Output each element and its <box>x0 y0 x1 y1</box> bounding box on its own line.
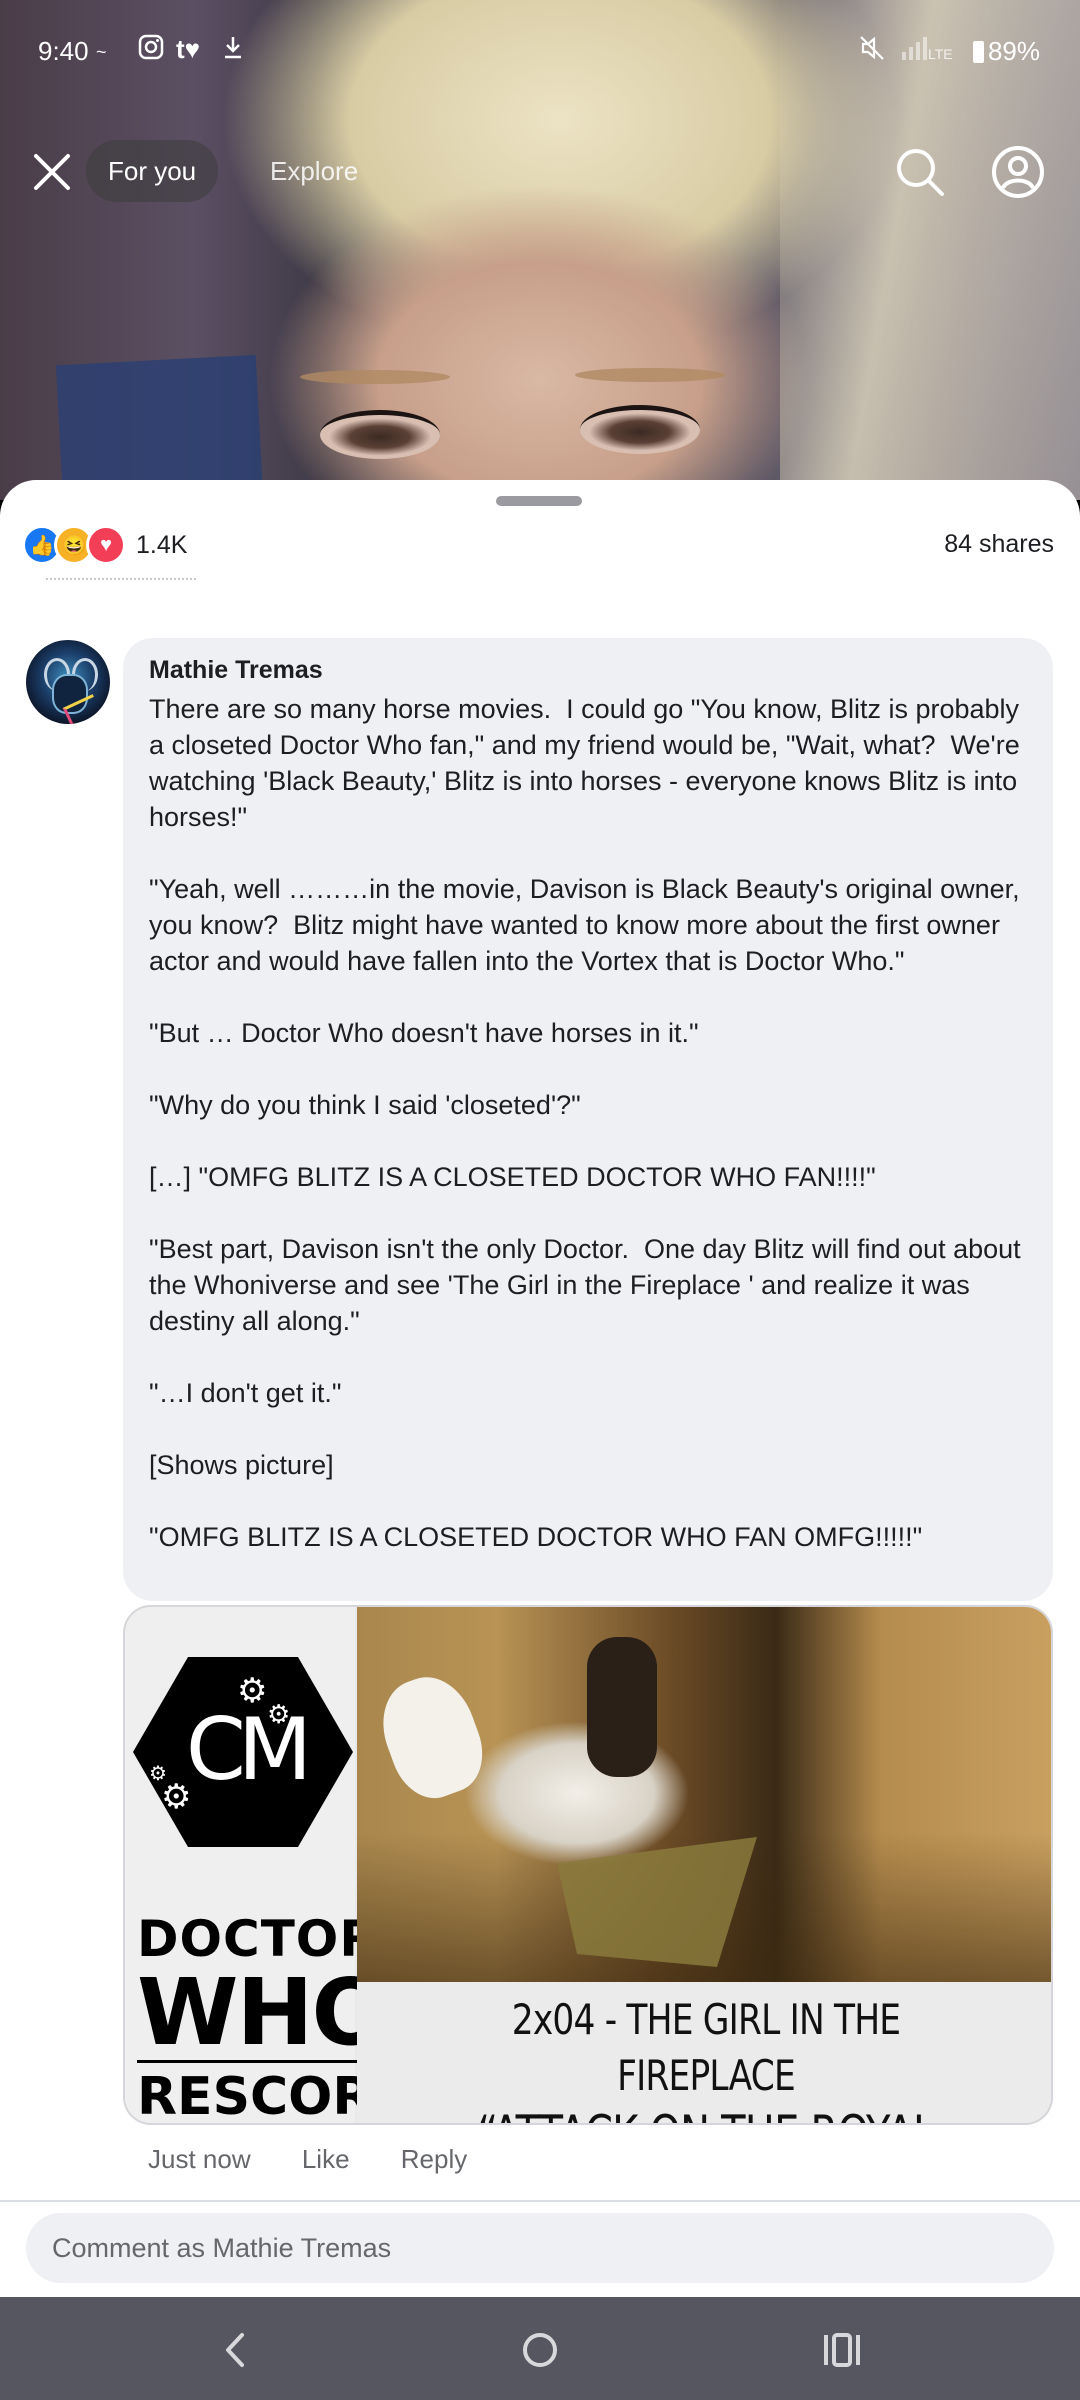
tab-explore[interactable]: Explore <box>248 140 380 202</box>
reaction-summary[interactable]: 👍 😆 ♥ 1.4K <box>22 525 187 565</box>
gear-icon: ⚙ <box>149 1763 167 1785</box>
comment-paragraph: "…I don't get it." <box>149 1378 342 1408</box>
episode-subtitle: “ATTACK ON THE ROYAL COURT” <box>427 2104 985 2123</box>
back-icon[interactable] <box>206 2325 266 2375</box>
signal-icon <box>902 37 927 60</box>
gear-icon: ⚙ <box>267 1699 291 1729</box>
face-eye-right <box>580 405 700 454</box>
comment-paragraph: [Shows picture] <box>149 1450 334 1480</box>
avatar[interactable] <box>26 640 110 724</box>
episode-still-image <box>357 1607 1051 1982</box>
comment-author[interactable]: Mathie Tremas <box>149 656 1027 685</box>
search-icon[interactable] <box>892 144 948 200</box>
rider <box>587 1637 657 1777</box>
gear-icon: ⚙ <box>237 1672 268 1710</box>
comment-paragraph: "Why do you think I said 'closeted'?" <box>149 1090 581 1120</box>
top-navigation: For you Explore <box>0 130 1080 210</box>
network-type: LTE <box>928 46 953 62</box>
comment-timestamp: Just now <box>148 2144 251 2174</box>
doctor-who-rescored-logo: CM ⚙ ⚙ ⚙ ⚙ DOCTOR WHO RESCORED <box>125 1607 451 2123</box>
home-icon[interactable] <box>510 2325 570 2375</box>
mute-icon <box>860 36 884 60</box>
shares-count[interactable]: 84 shares <box>944 530 1054 559</box>
reaction-count: 1.4K <box>136 530 188 559</box>
battery-percent: 89% <box>987 36 1040 66</box>
comment-actions: Just now Like Reply <box>148 2144 511 2175</box>
comment-paragraph: "OMFG BLITZ IS A CLOSETED DOCTOR WHO FAN… <box>149 1522 923 1552</box>
reply-button[interactable]: Reply <box>401 2144 467 2174</box>
status-time: 9:40 <box>38 36 89 66</box>
download-icon <box>225 37 241 59</box>
comment-image-attachment[interactable]: CM ⚙ ⚙ ⚙ ⚙ DOCTOR WHO RESCORED 2x04 - TH… <box>123 1605 1053 2125</box>
cm-logo-text: CM <box>185 1700 312 1800</box>
episode-title: 2x04 - THE GIRL IN THE FIREPLACE <box>511 1995 901 2100</box>
comments-sheet: 👍 😆 ♥ 1.4K 84 shares Mathie Tremas There… <box>0 480 1080 2297</box>
comment-bubble: Mathie Tremas There are so many horse mo… <box>123 638 1053 1601</box>
comment-paragraph: "Yeah, well ………in the movie, Davison is … <box>149 874 1028 976</box>
close-button[interactable] <box>30 150 74 194</box>
close-icon <box>34 154 70 190</box>
profile-icon[interactable] <box>990 144 1046 200</box>
battery-indicator: 89% <box>972 36 1040 67</box>
divider <box>0 2200 1080 2202</box>
instagram-icon <box>138 34 164 60</box>
like-button[interactable]: Like <box>302 2144 350 2174</box>
episode-caption: 2x04 - THE GIRL IN THE FIREPLACE “ATTACK… <box>357 1982 1051 2123</box>
sheet-drag-handle[interactable] <box>496 496 582 506</box>
face-eye-left <box>320 410 440 459</box>
comment-paragraph: "Best part, Davison isn't the only Docto… <box>149 1234 1029 1336</box>
comment-paragraph: There are so many horse movies. I could … <box>149 694 1028 832</box>
battery-icon <box>972 41 984 63</box>
comment-paragraph: […] "OMFG BLITZ IS A CLOSETED DOCTOR WHO… <box>149 1162 876 1192</box>
recents-icon[interactable] <box>812 2325 872 2375</box>
love-reaction-icon: ♥ <box>86 525 126 565</box>
tab-for-you[interactable]: For you <box>86 140 219 202</box>
comment-paragraph: "But … Doctor Who doesn't have horses in… <box>149 1018 699 1048</box>
status-bar: 9:40 ~ t♥ LTE 89% <box>0 0 1080 100</box>
system-navigation-bar <box>0 2297 1080 2400</box>
tumblr-icon: t♥ <box>176 34 201 64</box>
vibe-app-icon: ~ <box>96 42 107 62</box>
comment-input[interactable]: Comment as Mathie Tremas <box>26 2213 1054 2283</box>
